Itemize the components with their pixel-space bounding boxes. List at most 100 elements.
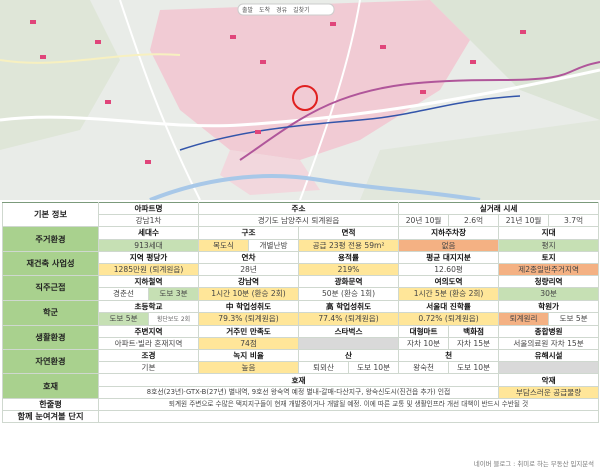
map-start-label[interactable]: 출발 <box>242 5 253 14</box>
price2-value: 3.7억 <box>548 214 600 228</box>
map-route-label[interactable]: 길찾기 <box>293 5 310 14</box>
parking-value: 없음 <box>398 238 500 252</box>
category-life: 생활환경 <box>2 324 99 351</box>
surrounding-value: 아파트·빌라 혼재지역 <box>97 336 200 351</box>
map-end-label[interactable]: 도착 <box>259 5 270 14</box>
landscape-value: 기본 <box>97 361 200 375</box>
header-bad-factors: 악재 <box>498 373 600 387</box>
mountain-name: 퇴뫼산 <box>298 361 350 375</box>
header-middle: 中 학업성취도 <box>198 299 300 313</box>
stream-name: 왕숙천 <box>398 361 450 375</box>
header-land-share: 평균 대지지분 <box>398 250 500 264</box>
mart-value: 자차 10분 <box>398 336 450 351</box>
header-address: 주소 <box>198 201 400 216</box>
header-mart: 대형마트 <box>398 324 450 338</box>
category-nature: 자연환경 <box>2 349 99 375</box>
map-panel[interactable]: 출발 도착 경유 길찾기 <box>0 0 600 200</box>
header-landscape: 조경 <box>97 349 200 363</box>
header-hazard: 유해시설 <box>498 349 600 363</box>
stream-walk: 도보 10분 <box>448 361 500 375</box>
header-households: 세대수 <box>97 226 200 240</box>
header-land: 토지 <box>498 250 600 264</box>
cheongnyangni-time: 30분 <box>498 287 600 301</box>
category-living: 주거환경 <box>2 226 99 252</box>
station-line: 경춘선 <box>98 287 149 301</box>
starbucks-value <box>298 336 400 351</box>
hospital-value: 서울의료원 자차 15분 <box>498 336 600 351</box>
station-walk: 도보 3분 <box>147 287 200 301</box>
header-dept: 백화점 <box>448 324 500 338</box>
header-station: 지하철역 <box>97 275 200 289</box>
header-far: 용적률 <box>298 250 400 264</box>
green-value: 높음 <box>198 361 300 375</box>
header-parking: 지하주차장 <box>398 226 500 240</box>
mountain-walk: 도보 10분 <box>348 361 400 375</box>
structure-value-1: 복도식 <box>198 238 250 252</box>
header-high: 高 학업성취도 <box>298 299 400 313</box>
elementary-crosswalk: 횡단보도 2회 <box>147 311 200 326</box>
category-compare: 함께 눈여겨볼 단지 <box>2 409 99 424</box>
age-value: 28년 <box>198 262 300 277</box>
bad-factors-value: 부담스러운 공급물량 <box>498 385 600 399</box>
high-score: 77.4% (퇴계원읍) <box>298 311 400 326</box>
header-age: 연차 <box>198 250 300 264</box>
yeouido-time: 1시간 5분 (환승 2회) <box>398 287 500 301</box>
price2-date: 21년 10월 <box>498 214 550 228</box>
households-value: 913세대 <box>97 238 200 252</box>
dept-value: 자차 15분 <box>448 336 500 351</box>
header-hospital: 종합병원 <box>498 324 600 338</box>
apt-name: 강남1차 <box>97 214 200 228</box>
header-yeouido: 여의도역 <box>398 275 500 289</box>
header-academy: 학원가 <box>498 299 600 313</box>
satisfaction-value: 74점 <box>198 336 300 351</box>
far-value: 219% <box>298 262 400 277</box>
category-factors: 호재 <box>2 373 99 399</box>
gwanghwamun-time: 50분 (환승 1회) <box>298 287 400 301</box>
academy-area: 퇴계원리 <box>498 311 550 326</box>
header-snu: 서울대 진학률 <box>398 299 500 313</box>
good-factors-value: 8호선(23년)·GTX-B(27년) 별내역, 9호선 왕숙역 예정 별내-갈… <box>97 385 500 399</box>
header-price: 실거래 시세 <box>398 201 600 216</box>
category-rebuild: 재건축 사업성 <box>2 250 99 277</box>
header-apt-name: 아파트명 <box>97 201 200 216</box>
header-gangnam: 강남역 <box>198 275 300 289</box>
elementary-walk: 도보 5분 <box>98 311 149 326</box>
summary-text: 퇴계원 주변으로 수많은 택지지구들이 현재 개발중이거나 개발될 예정. 이에… <box>97 397 600 412</box>
header-elementary: 초등학교 <box>97 299 200 313</box>
header-terrain: 지대 <box>498 226 600 240</box>
hazard-value <box>498 361 600 375</box>
map-toolbar[interactable]: 출발 도착 경유 길찾기 <box>242 5 310 14</box>
land-value: 제2종일반주거지역 <box>498 262 600 277</box>
gangnam-time: 1시간 10분 (환승 2회) <box>198 287 300 301</box>
header-surrounding: 주변지역 <box>97 324 200 338</box>
header-satisfaction: 거주민 만족도 <box>198 324 300 338</box>
category-summary: 한줄평 <box>2 397 99 412</box>
header-cheongnyangni: 청량리역 <box>498 275 600 289</box>
land-share-value: 12.60평 <box>398 262 500 277</box>
category-school: 학군 <box>2 299 99 326</box>
header-area: 면적 <box>298 226 400 240</box>
apartment-info-table: 기본 정보 아파트명 주소 실거래 시세 강남1차 경기도 남양주시 퇴계원읍 … <box>2 201 600 424</box>
price-per-pyeong-value: 1285만원 (퇴계원읍) <box>97 262 200 277</box>
map-canvas[interactable] <box>0 0 600 200</box>
academy-walk: 도보 5분 <box>548 311 600 326</box>
price1-value: 2.6억 <box>448 214 500 228</box>
elementary-crosswalk-text: 횡단보도 2회 <box>156 315 191 323</box>
terrain-value: 평지 <box>498 238 600 252</box>
map-waypoint-label[interactable]: 경유 <box>276 5 287 14</box>
category-basic: 기본 정보 <box>2 201 99 228</box>
header-stream: 천 <box>398 349 500 363</box>
structure-value-2: 개별난방 <box>248 238 300 252</box>
middle-score: 79.3% (퇴계원읍) <box>198 311 300 326</box>
price1-date: 20년 10월 <box>398 214 450 228</box>
header-starbucks: 스타벅스 <box>298 324 400 338</box>
header-mountain: 산 <box>298 349 400 363</box>
header-green: 녹지 비율 <box>198 349 300 363</box>
header-price-per-pyeong: 지역 평당가 <box>97 250 200 264</box>
snu-rate: 0.72% (퇴계원읍) <box>398 311 500 326</box>
address-value: 경기도 남양주시 퇴계원읍 <box>198 214 400 228</box>
header-structure: 구조 <box>198 226 300 240</box>
compare-text <box>97 409 600 424</box>
header-good-factors: 호재 <box>97 373 500 387</box>
header-gwanghwamun: 광화문역 <box>298 275 400 289</box>
